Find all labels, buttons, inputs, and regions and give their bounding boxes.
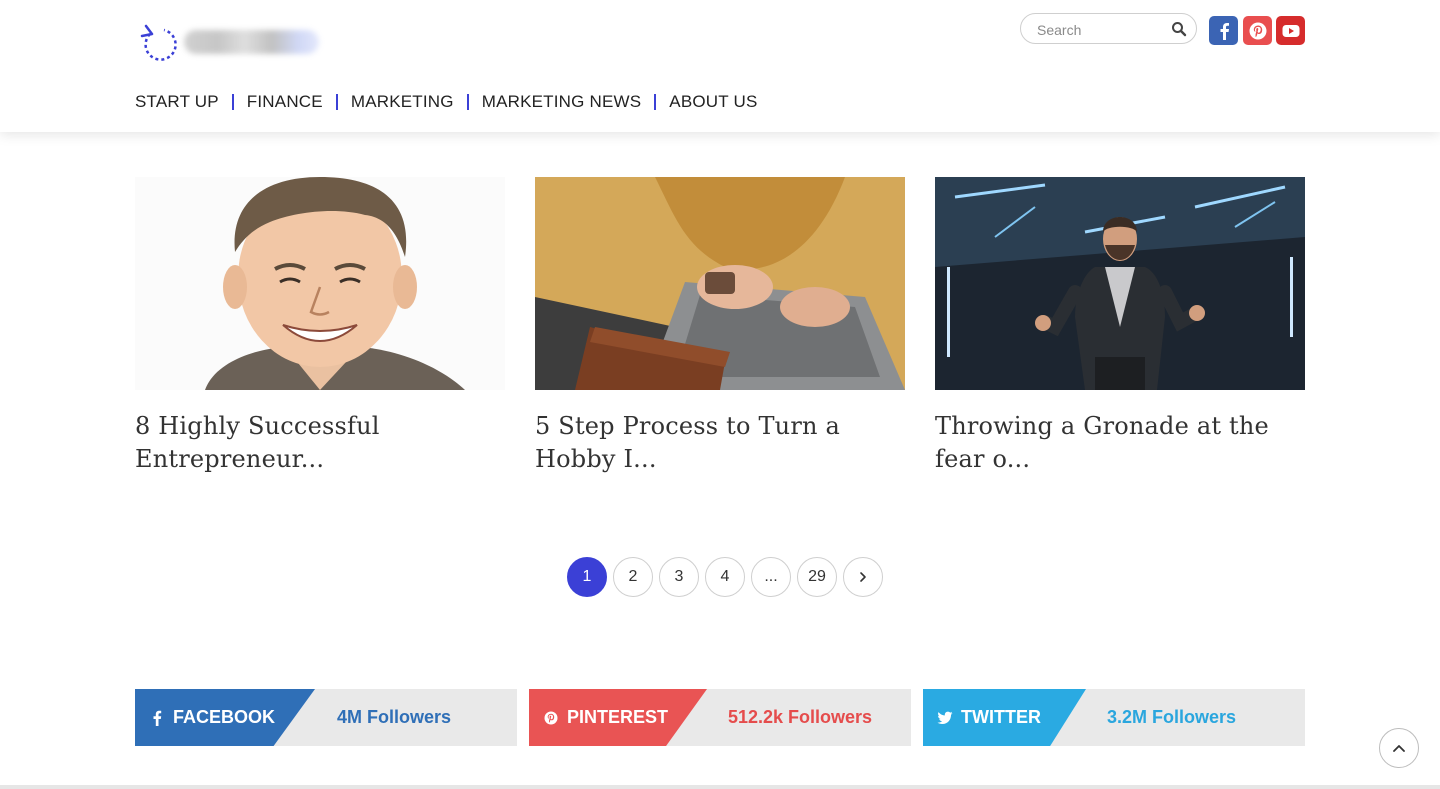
back-to-top-button[interactable] bbox=[1379, 728, 1419, 768]
youtube-icon bbox=[1282, 24, 1299, 37]
chevron-right-icon bbox=[860, 572, 866, 582]
facebook-followers-bar[interactable]: FACEBOOK 4M Followers bbox=[135, 689, 517, 746]
post-title[interactable]: Throwing a Gronade at the fear o... bbox=[935, 410, 1305, 476]
page-button[interactable]: 2 bbox=[613, 557, 653, 597]
logo-text-blurred bbox=[184, 30, 319, 54]
nav-item-start-up[interactable]: START UP bbox=[135, 92, 219, 112]
facebook-icon bbox=[149, 710, 165, 726]
nav-item-about-us[interactable]: ABOUT US bbox=[669, 92, 757, 112]
nav-separator bbox=[335, 94, 338, 110]
site-header: START UP FINANCE MARKETING MARKETING NEW… bbox=[0, 0, 1440, 132]
page-button[interactable]: 3 bbox=[659, 557, 699, 597]
search-input[interactable] bbox=[1035, 19, 1169, 41]
pinterest-bar-label-block: PINTEREST bbox=[529, 689, 707, 746]
nav-item-marketing-news[interactable]: MARKETING NEWS bbox=[482, 92, 642, 112]
chevron-up-icon bbox=[1393, 745, 1405, 752]
facebook-link[interactable] bbox=[1209, 16, 1238, 45]
next-page-button[interactable] bbox=[843, 557, 883, 597]
pinterest-follower-count: 512.2k Followers bbox=[728, 707, 873, 727]
post-card: 5 Step Process to Turn a Hobby I... bbox=[535, 177, 905, 476]
pinterest-icon bbox=[1249, 22, 1266, 39]
search-box bbox=[1020, 13, 1197, 44]
page-button[interactable]: 4 bbox=[705, 557, 745, 597]
facebook-follower-count: 4M Followers bbox=[337, 707, 452, 727]
facebook-bar-label-block: FACEBOOK bbox=[135, 689, 315, 746]
twitter-followers-bar[interactable]: TWITTER 3.2M Followers bbox=[923, 689, 1305, 746]
nav-separator bbox=[231, 94, 234, 110]
pagination: 1 2 3 4 ... 29 bbox=[567, 557, 889, 597]
facebook-icon bbox=[1220, 22, 1229, 40]
post-thumbnail[interactable] bbox=[935, 177, 1305, 390]
twitter-bar-label-block: TWITTER bbox=[923, 689, 1086, 746]
youtube-link[interactable] bbox=[1276, 16, 1305, 45]
nav-item-marketing[interactable]: MARKETING bbox=[351, 92, 454, 112]
post-card: Throwing a Gronade at the fear o... bbox=[935, 177, 1305, 476]
twitter-bar-label: TWITTER bbox=[961, 707, 1041, 727]
main-nav: START UP FINANCE MARKETING MARKETING NEW… bbox=[135, 92, 758, 112]
page-button-current[interactable]: 1 bbox=[567, 557, 607, 597]
footer-divider bbox=[0, 785, 1440, 789]
post-title[interactable]: 5 Step Process to Turn a Hobby I... bbox=[535, 410, 905, 476]
nav-item-finance[interactable]: FINANCE bbox=[247, 92, 323, 112]
post-thumbnail[interactable] bbox=[135, 177, 505, 390]
page-ellipsis[interactable]: ... bbox=[751, 557, 791, 597]
twitter-follower-count: 3.2M Followers bbox=[1107, 707, 1237, 727]
post-title[interactable]: 8 Highly Successful Entrepreneur... bbox=[135, 410, 505, 476]
facebook-bar-label: FACEBOOK bbox=[173, 707, 276, 727]
page-button-last[interactable]: 29 bbox=[797, 557, 837, 597]
pinterest-icon bbox=[543, 710, 559, 726]
nav-separator bbox=[654, 94, 657, 110]
pinterest-link[interactable] bbox=[1243, 16, 1272, 45]
site-logo[interactable] bbox=[138, 18, 328, 66]
twitter-icon bbox=[937, 710, 953, 726]
search-icon[interactable] bbox=[1171, 21, 1187, 37]
pinterest-bar-label: PINTEREST bbox=[567, 707, 669, 727]
post-card: 8 Highly Successful Entrepreneur... bbox=[135, 177, 505, 476]
pinterest-followers-bar[interactable]: PINTEREST 512.2k Followers bbox=[529, 689, 911, 746]
logo-refresh-icon bbox=[140, 24, 177, 61]
post-thumbnail[interactable] bbox=[535, 177, 905, 390]
nav-separator bbox=[466, 94, 469, 110]
